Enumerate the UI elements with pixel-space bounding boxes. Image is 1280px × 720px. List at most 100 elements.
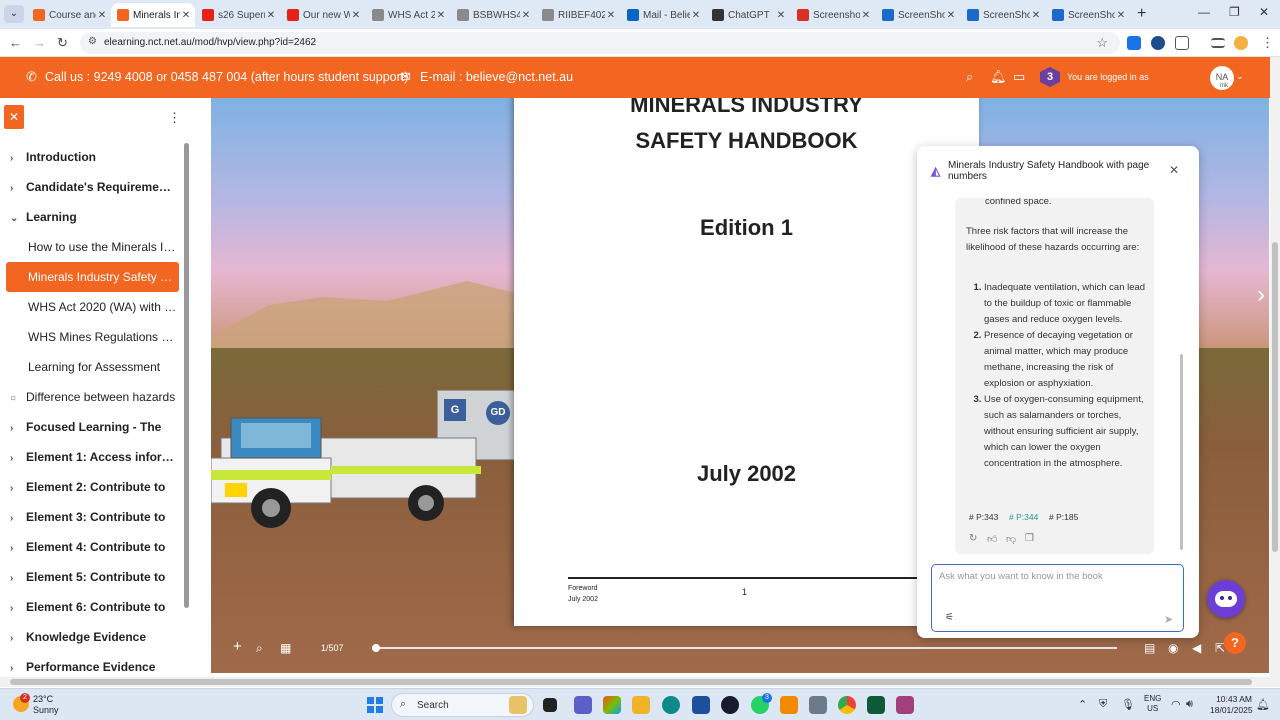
thumbs-up-icon[interactable]: 👍︎ xyxy=(987,533,997,545)
level-badge[interactable]: 3 xyxy=(1040,67,1060,87)
zoom-in-icon[interactable]: + xyxy=(233,638,242,655)
page-slider-knob[interactable] xyxy=(372,644,380,652)
page-tag-185[interactable]: # P:185 xyxy=(1049,512,1078,522)
tab-close-icon[interactable]: ✕ xyxy=(860,10,872,21)
task-view-icon[interactable] xyxy=(543,698,557,712)
snipping-tool-icon[interactable] xyxy=(896,696,914,714)
tab-close-icon[interactable]: ✕ xyxy=(350,10,362,21)
url-text[interactable]: elearning.nct.net.au/mod/hvp/view.php?id… xyxy=(104,37,316,48)
sidebar-scrollbar[interactable] xyxy=(184,143,189,608)
language-indicator[interactable]: ENG US xyxy=(1144,694,1161,714)
page-slider[interactable] xyxy=(372,644,1117,652)
forward-icon[interactable]: → xyxy=(33,35,46,50)
notification-bell-icon[interactable]: 🔔︎ xyxy=(990,69,1007,85)
close-sidebar-button[interactable]: ✕ xyxy=(4,105,24,129)
restore-icon[interactable]: ❐ xyxy=(1229,5,1240,19)
horizontal-scrollbar[interactable] xyxy=(0,677,1280,687)
sidebar-item[interactable]: › Performance Evidence xyxy=(0,652,182,676)
windows-start-icon[interactable] xyxy=(367,697,383,713)
tab-close-icon[interactable]: ✕ xyxy=(1115,10,1127,21)
browser-tab[interactable]: ScreenSho ✕ xyxy=(1046,3,1130,27)
browser-tab[interactable]: Minerals In ✕ xyxy=(111,3,195,27)
sidebar-item[interactable]: › Element 5: Contribute to xyxy=(0,562,182,592)
sidebar-item[interactable]: › Focused Learning - The xyxy=(0,412,182,442)
browser-tab[interactable]: Screensho ✕ xyxy=(791,3,875,27)
download-icon[interactable] xyxy=(1127,36,1141,50)
tab-close-icon[interactable]: ✕ xyxy=(180,10,192,21)
tab-search-icon[interactable]: ⌄ xyxy=(4,5,24,23)
chat-close-icon[interactable]: ✕ xyxy=(1169,163,1179,177)
window-close-icon[interactable]: ✕ xyxy=(1259,5,1269,19)
sidebar-item[interactable]: › Introduction xyxy=(0,142,182,172)
browser-tab[interactable]: ScreenSho ✕ xyxy=(961,3,1045,27)
sidebar-item[interactable]: › Element 4: Contribute to xyxy=(0,532,182,562)
bookmark-star-icon[interactable]: ☆ xyxy=(1096,35,1108,51)
chrome-icon[interactable] xyxy=(838,696,856,714)
page-scrollbar-thumb[interactable] xyxy=(1272,242,1278,552)
volume-icon[interactable]: 🔊︎ xyxy=(1186,698,1193,711)
tab-close-icon[interactable]: ✕ xyxy=(96,10,108,21)
terminal-icon[interactable] xyxy=(867,696,885,714)
teams-icon[interactable] xyxy=(574,696,592,714)
reload-icon[interactable]: ↻ xyxy=(57,35,68,51)
tab-close-icon[interactable]: ✕ xyxy=(1030,10,1042,21)
tab-close-icon[interactable]: ✕ xyxy=(435,10,447,21)
browser-tab[interactable]: Mail - Belie ✕ xyxy=(621,3,705,27)
sidebar-item[interactable]: ⌄ Learning xyxy=(0,202,182,232)
copilot-icon[interactable] xyxy=(603,696,621,714)
back-icon[interactable]: ← xyxy=(9,35,22,50)
user-menu-chevron-icon[interactable]: ⌄ xyxy=(1236,71,1244,82)
user-avatar[interactable]: NA mk xyxy=(1210,66,1234,90)
reading-list-icon[interactable] xyxy=(1211,38,1225,48)
browser-tab[interactable]: ScreenSho ✕ xyxy=(876,3,960,27)
browser-tab[interactable]: ChatGPT ✕ xyxy=(706,3,790,27)
extensions-puzzle-icon[interactable] xyxy=(1175,36,1189,50)
page-tag-344[interactable]: # P:344 xyxy=(1009,512,1038,522)
chat-scrollbar[interactable] xyxy=(1180,354,1183,550)
sidebar-item[interactable]: WHS Mines Regulations 2022 xyxy=(0,322,182,352)
tab-close-icon[interactable]: ✕ xyxy=(690,10,702,21)
page-tag-343[interactable]: # P:343 xyxy=(969,512,998,522)
vpn-icon[interactable]: ⛨ xyxy=(1099,698,1107,711)
next-page-arrow-icon[interactable]: › xyxy=(1257,281,1265,309)
vlc-icon[interactable] xyxy=(780,696,798,714)
grid-view-icon[interactable]: ▦ xyxy=(280,641,291,655)
regenerate-icon[interactable]: ↻ xyxy=(969,533,977,544)
filter-settings-icon[interactable]: ⚟ xyxy=(945,612,954,623)
omnibox[interactable]: ⚙ elearning.nct.net.au/mod/hvp/view.php?… xyxy=(80,32,1120,54)
tab-close-icon[interactable]: ✕ xyxy=(945,10,957,21)
assistant-robot-icon[interactable] xyxy=(1207,580,1245,618)
tab-close-icon[interactable]: ✕ xyxy=(265,10,277,21)
tab-close-icon[interactable]: ✕ xyxy=(605,10,617,21)
calculator-icon[interactable] xyxy=(809,696,827,714)
tab-close-icon[interactable]: ✕ xyxy=(775,10,787,21)
browser-tab[interactable]: RIIBEF402 ✕ xyxy=(536,3,620,27)
browser-tab[interactable]: s26 Supern ✕ xyxy=(196,3,280,27)
sidebar-item[interactable]: › Candidate's Requirements xyxy=(0,172,182,202)
zoom-search-icon[interactable]: ⌕ xyxy=(256,641,263,656)
email-contact[interactable]: E-mail : believe@nct.net.au xyxy=(420,70,573,84)
sidebar-menu-icon[interactable]: ⋮ xyxy=(168,110,181,126)
browser-tab[interactable]: WHS Act 2 ✕ xyxy=(366,3,450,27)
help-button[interactable]: ? xyxy=(1224,632,1246,654)
tab-close-icon[interactable]: ✕ xyxy=(520,10,532,21)
browser-tab[interactable]: Course and ✕ xyxy=(27,3,111,27)
messages-icon[interactable]: ▭ xyxy=(1013,69,1025,85)
profile-icon[interactable] xyxy=(1234,36,1248,50)
browser-tab[interactable]: Our new W ✕ xyxy=(281,3,365,27)
browser-menu-icon[interactable]: ⋮ xyxy=(1261,35,1274,51)
weather-widget[interactable]: 23°C Sunny xyxy=(33,694,59,716)
sidebar-item[interactable]: › Element 2: Contribute to xyxy=(0,472,182,502)
sound-icon[interactable]: ◀︎ xyxy=(1192,641,1201,655)
horizontal-scrollbar-thumb[interactable] xyxy=(10,679,1252,685)
sidebar-item[interactable]: WHS Act 2020 (WA) with page numbers xyxy=(0,292,182,322)
thumbs-down-icon[interactable]: 👎︎ xyxy=(1006,533,1016,545)
browser-tab[interactable]: BSBWHS4 ✕ xyxy=(451,3,535,27)
copy-icon[interactable]: ❐ xyxy=(1025,533,1034,544)
sidebar-item[interactable]: › Element 1: Access information xyxy=(0,442,182,472)
new-tab-button[interactable]: + xyxy=(1137,5,1146,23)
sidebar-item[interactable]: Minerals Industry Safety Handbook xyxy=(6,262,179,292)
extension-icon[interactable] xyxy=(1151,36,1165,50)
tray-chevron-icon[interactable]: ⌃ xyxy=(1078,698,1087,711)
site-info-icon[interactable]: ⚙ xyxy=(88,36,97,47)
